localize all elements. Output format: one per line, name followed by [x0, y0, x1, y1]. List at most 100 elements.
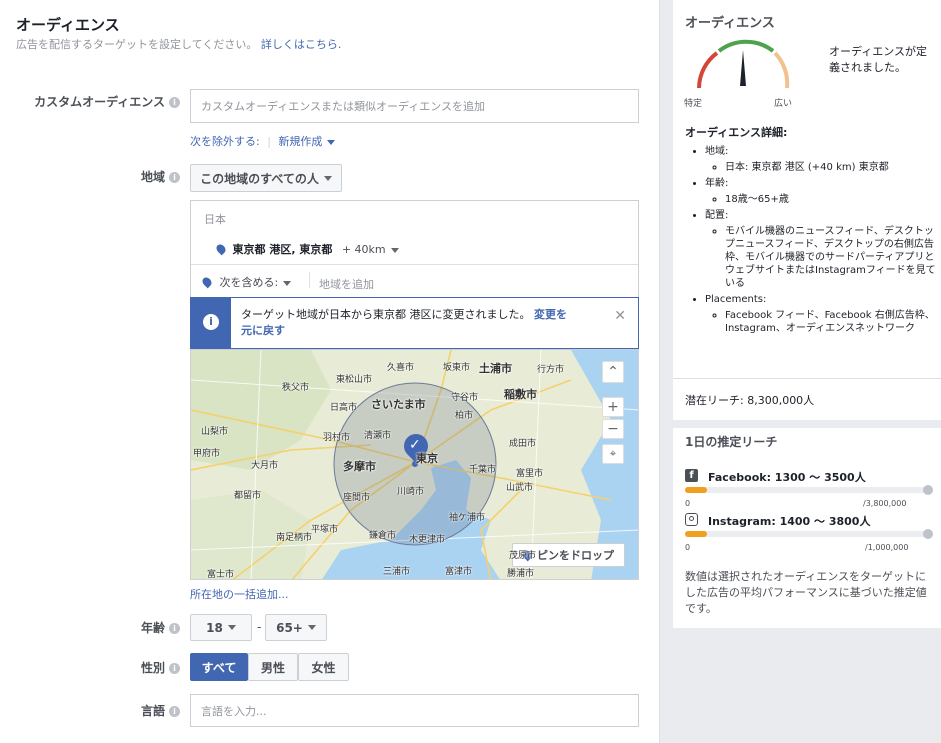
facebook-icon: f	[685, 469, 698, 482]
facebook-reach-fill	[685, 487, 707, 493]
map-city-label: 鎌倉市	[369, 531, 397, 541]
selected-location-name: 東京都 港区, 東京都	[232, 243, 333, 256]
reach-note: 数値は選択されたオーディエンスをターゲットにした広告の平均パフォーマンスに基づい…	[685, 570, 927, 615]
info-icon[interactable]: i	[169, 706, 180, 717]
map-city-label: 清瀬市	[364, 431, 392, 441]
page-subtitle: 広告を配信するターゲットを設定してください。 詳しくはこちら.	[16, 36, 341, 52]
map-collapse-button[interactable]: ⌃	[602, 361, 624, 383]
map-city-label: 座間市	[343, 493, 371, 503]
location-label: 地域 i	[20, 168, 180, 185]
close-icon[interactable]: ✕	[614, 308, 626, 324]
map-city-label: 行方市	[537, 365, 565, 375]
revert-link-part1: 変更を	[534, 308, 567, 321]
age-detail-value: 18歳〜65+歳	[725, 193, 937, 206]
facebook-bar-end	[923, 485, 933, 495]
include-dropdown[interactable]: 次を含める:	[200, 274, 292, 290]
map-city-label: さいたま市	[371, 398, 426, 411]
bulk-add-link[interactable]: 所在地の一括追加...	[190, 586, 289, 602]
info-icon[interactable]: i	[169, 623, 180, 634]
map-city-label: 成田市	[509, 439, 537, 449]
selected-location[interactable]: 東京都 港区, 東京都 + 40km	[214, 241, 399, 257]
map-city-label: 山武市	[506, 483, 534, 493]
region-value: 日本: 東京都 港区 (+40 km) 東京都	[725, 161, 937, 174]
divider	[191, 264, 638, 265]
map[interactable]: ✓ ⌃ + − ⌖ ピンをドロップ 久喜市 坂東市 土浦市 行方市 東松山市 稲敷市 秩父市…	[190, 349, 639, 580]
map-city-label: 袖ケ浦市	[449, 513, 486, 523]
map-city-label: 都留市	[234, 491, 262, 501]
divider	[309, 272, 310, 288]
map-city-label: 大月市	[251, 461, 279, 471]
age-label-text: 年齢	[140, 621, 165, 635]
chevron-down-icon	[390, 248, 399, 253]
chevron-down-icon	[307, 625, 316, 630]
map-city-label: 富士市	[207, 570, 235, 580]
info-icon[interactable]: i	[169, 172, 180, 183]
age-max-dropdown[interactable]: 65+	[265, 614, 327, 641]
gender-female-button[interactable]: 女性	[298, 653, 349, 681]
map-city-label: 木更津市	[409, 535, 446, 545]
radius-dropdown[interactable]: + 40km	[342, 243, 399, 256]
map-city-label: 坂東市	[443, 363, 471, 373]
potential-reach: 潜在リーチ: 8,300,000人	[685, 394, 815, 407]
map-city-label: 東京	[416, 452, 438, 465]
map-city-label: 富里市	[516, 469, 544, 479]
notice-text: ターゲット地域が日本から東京都 港区に変更されました。 変更を 元に戻す	[241, 307, 601, 339]
location-type-dropdown[interactable]: この地域のすべての人	[190, 164, 342, 192]
map-city-label: 平塚市	[311, 525, 339, 535]
audience-summary-panel: オーディエンス 特定 広い オーディエンスが定義されました。 オーディエンス詳細…	[673, 0, 941, 628]
map-city-label: 柏市	[455, 411, 474, 421]
country-label: 日本	[204, 213, 226, 226]
detail-placement: 配置: モバイル機器のニュースフィード、デスクトップニュースフィード、デスクトッ…	[705, 209, 937, 290]
facebook-reach-bar	[685, 487, 929, 493]
instagram-reach: Instagram: 1400 〜 3800人	[708, 515, 871, 528]
age-detail-label: 年齢:	[705, 178, 729, 189]
zoom-out-button[interactable]: −	[602, 419, 624, 439]
location-label-text: 地域	[140, 170, 165, 184]
gender-male-button[interactable]: 男性	[248, 653, 298, 681]
language-placeholder: 言語を入力...	[201, 705, 267, 718]
map-city-label: 三浦市	[383, 567, 411, 577]
map-city-label: 日高市	[330, 403, 358, 413]
detail-placements: Placements: Facebook フィード、Facebook 右側広告枠…	[705, 293, 937, 335]
locate-icon[interactable]: ⌖	[602, 444, 624, 464]
map-city-label: 南足柄市	[276, 533, 313, 543]
chevron-down-icon	[227, 625, 236, 630]
zoom-in-button[interactable]: +	[602, 397, 624, 417]
divider	[673, 420, 941, 428]
notice-message: ターゲット地域が日本から東京都 港区に変更されました。	[241, 308, 531, 321]
custom-audience-input[interactable]: カスタムオーディエンスまたは類似オーディエンスを追加	[190, 89, 639, 123]
create-new-label: 新規作成	[278, 135, 323, 148]
age-separator: -	[257, 620, 262, 634]
audience-panel: オーディエンス 広告を配信するターゲットを設定してください。 詳しくはこちら. …	[0, 0, 660, 743]
chevron-down-icon	[283, 281, 292, 286]
info-icon[interactable]: i	[169, 663, 180, 674]
add-location-input[interactable]: 地域を追加	[319, 276, 374, 292]
map-city-label: 久喜市	[387, 363, 415, 373]
exclude-link[interactable]: 次を除外する:	[190, 135, 260, 148]
map-city-label: 茂原市	[509, 551, 537, 561]
instagram-min: 0	[685, 543, 691, 552]
detail-age: 年齢: 18歳〜65+歳	[705, 177, 937, 206]
age-min-value: 18	[206, 620, 223, 635]
gauge-status: オーディエンスが定義されました。	[829, 45, 928, 74]
age-max-value: 65+	[276, 620, 303, 635]
age-min-dropdown[interactable]: 18	[190, 614, 252, 641]
custom-audience-label: カスタムオーディエンス i	[20, 93, 180, 110]
custom-audience-placeholder: カスタムオーディエンスまたは類似オーディエンスを追加	[201, 100, 486, 113]
facebook-min: 0	[685, 499, 691, 508]
map-city-label: 千葉市	[469, 465, 497, 475]
map-city-label: 多摩市	[343, 460, 376, 473]
summary-title: オーディエンス	[685, 16, 775, 31]
details-link[interactable]: 詳しくはこちら.	[261, 38, 342, 51]
gender-all-button[interactable]: すべて	[190, 653, 248, 681]
create-new-button[interactable]: 新規作成	[278, 135, 336, 148]
chevron-down-icon	[327, 140, 336, 145]
map-city-label: 羽村市	[323, 433, 351, 443]
instagram-icon	[685, 513, 698, 526]
language-input[interactable]: 言語を入力...	[190, 694, 639, 727]
divider	[673, 378, 941, 379]
info-icon[interactable]: i	[169, 97, 180, 108]
location-pin-icon	[214, 242, 228, 256]
language-label: 言語 i	[20, 702, 180, 719]
language-label-text: 言語	[140, 704, 165, 718]
